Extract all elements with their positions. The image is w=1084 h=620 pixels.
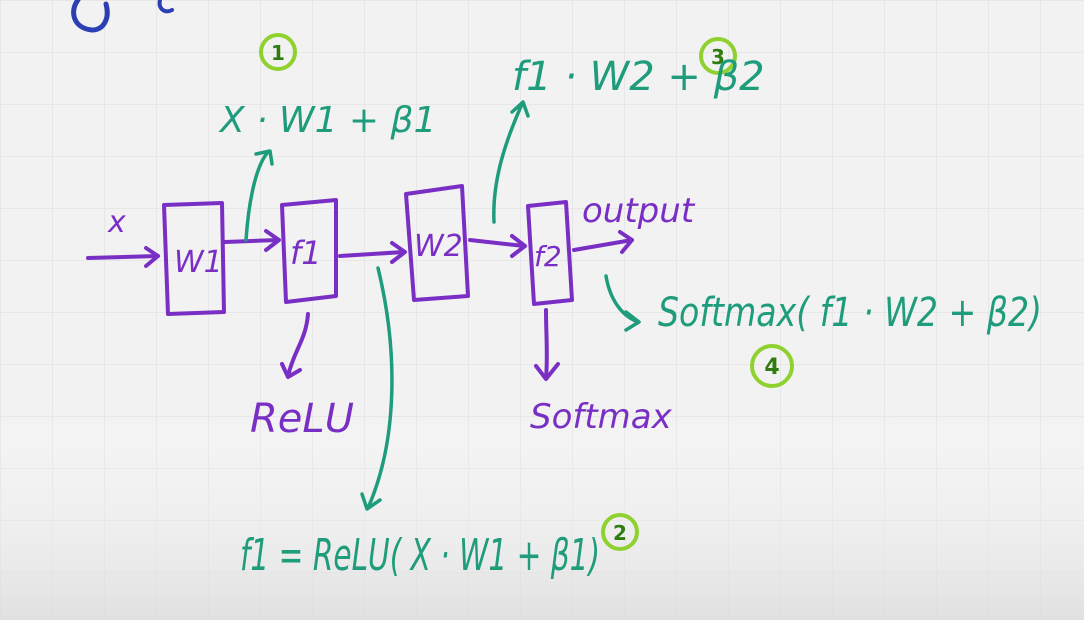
softmax-arrow	[544, 308, 549, 380]
input-label: x	[107, 205, 126, 240]
whiteboard-canvas: 1 2 3 4 x W1 f1 W2 f2 output ReLU Softma…	[0, 0, 1084, 620]
relu-label: ReLU	[250, 396, 354, 442]
badge-4-label: 4	[764, 355, 779, 380]
softmax-label: Softmax	[530, 397, 673, 437]
w2-label: W2	[414, 229, 463, 264]
w1-to-f1-arrow	[223, 238, 280, 244]
f1-label: f1	[290, 234, 322, 272]
step3-formula: f1 · W2 + β2	[512, 54, 765, 100]
step1-formula: X · W1 + β1	[218, 100, 436, 141]
f2-label: f2	[534, 240, 562, 273]
w1-label: W1	[174, 245, 223, 280]
step2-formula: f1 = ReLU( X · W1 + β1)	[240, 530, 600, 581]
badge-2-label: 2	[613, 521, 627, 545]
badge-1-label: 1	[271, 41, 285, 65]
step4-formula: Softmax( f1 · W2 + β2)	[658, 290, 1042, 336]
output-label: output	[582, 191, 696, 231]
input-arrow	[86, 254, 160, 260]
